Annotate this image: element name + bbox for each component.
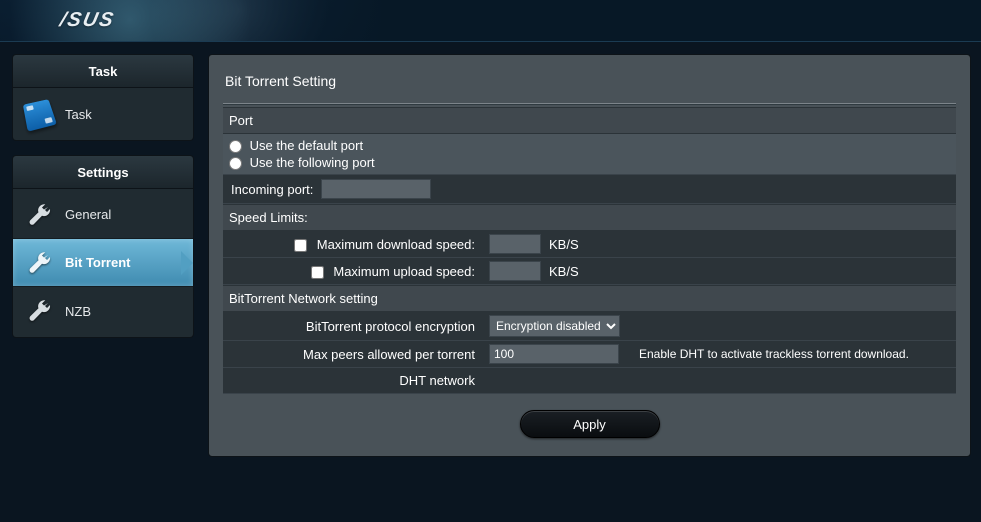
sidebar-item-general[interactable]: General [13,191,193,239]
sidebar-item-label: General [65,207,111,222]
incoming-port-row: Incoming port: [223,175,956,204]
radio-label: Use the default port [250,138,363,153]
max-upload-input[interactable] [489,261,541,281]
incoming-port-input[interactable] [321,179,431,199]
max-download-checkbox[interactable] [294,239,307,252]
max-upload-checkbox[interactable] [311,266,324,279]
dht-note: Enable DHT to activate trackless torrent… [619,347,950,361]
dht-label: DHT network [229,373,489,388]
incoming-port-label: Incoming port: [231,182,313,197]
sidebar-item-label: NZB [65,304,91,319]
unit-label: KB/S [549,237,579,252]
encryption-label: BitTorrent protocol encryption [229,319,489,334]
settings-block: Settings General Bit Torrent [12,155,194,338]
top-bar: /SUS [0,0,981,42]
max-upload-label: Maximum upload speed: [333,264,475,279]
sidebar: Task Task Settings General [12,54,194,457]
section-port: Port [223,107,956,134]
port-default-row: Use the default port Use the following p… [223,134,956,175]
max-peers-row: Max peers allowed per torrent Enable DHT… [223,341,956,368]
max-download-row: Maximum download speed: KB/S [223,231,956,258]
page-title: Bit Torrent Setting [223,67,956,103]
task-icon [23,99,57,132]
radio-following-port[interactable] [229,157,242,170]
task-block: Task Task [12,54,194,141]
max-download-input[interactable] [489,234,541,254]
main-panel: Bit Torrent Setting Port Use the default… [208,54,971,457]
encryption-row: BitTorrent protocol encryption Encryptio… [223,312,956,341]
encryption-select[interactable]: Encryption disabled [489,315,620,337]
dht-row: DHT network [223,368,956,394]
unit-label: KB/S [549,264,579,279]
radio-default-port[interactable] [229,140,242,153]
sidebar-item-bittorrent[interactable]: Bit Torrent [13,239,193,287]
max-peers-label: Max peers allowed per torrent [229,347,489,362]
sidebar-item-nzb[interactable]: NZB [13,287,193,335]
wrench-icon [25,249,53,277]
sidebar-item-task[interactable]: Task [13,90,193,138]
sidebar-item-label: Task [65,107,92,122]
wrench-icon [25,201,53,229]
section-speed: Speed Limits: [223,204,956,231]
section-network: BitTorrent Network setting [223,285,956,312]
apply-button[interactable]: Apply [520,410,660,438]
max-download-label: Maximum download speed: [317,237,475,252]
task-header: Task [12,54,194,88]
brand-logo: /SUS [58,9,118,32]
sidebar-item-label: Bit Torrent [65,255,130,270]
radio-label: Use the following port [250,155,375,170]
max-peers-input[interactable] [489,344,619,364]
wrench-icon [25,297,53,325]
max-upload-row: Maximum upload speed: KB/S [223,258,956,285]
settings-header: Settings [12,155,194,189]
